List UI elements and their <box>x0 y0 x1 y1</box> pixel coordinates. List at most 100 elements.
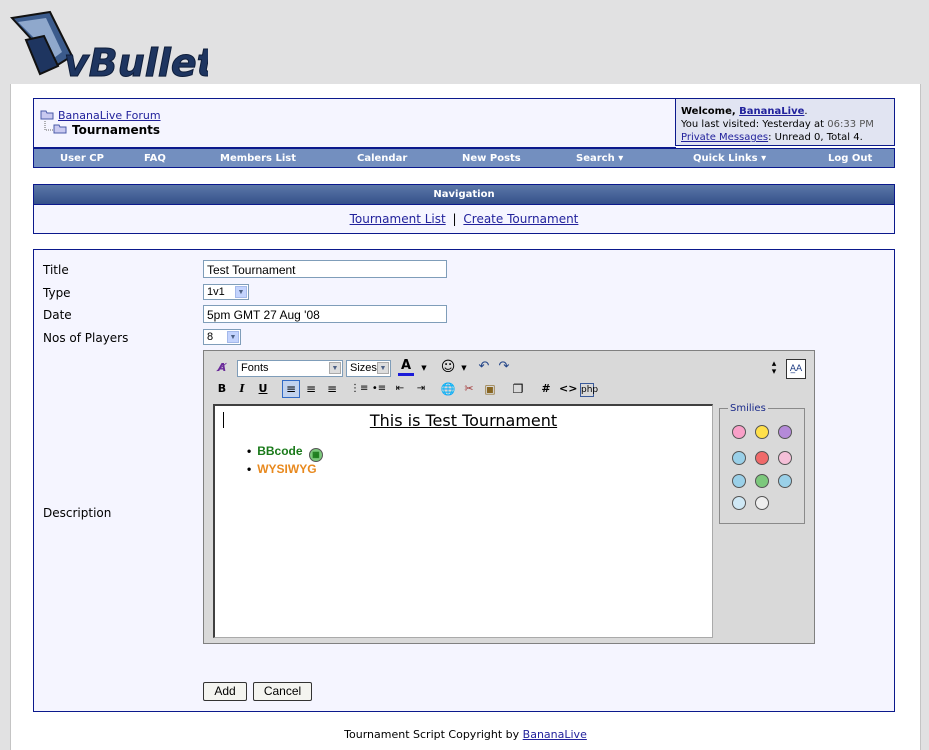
font-color-icon[interactable]: A <box>398 359 414 376</box>
cool-icon[interactable] <box>732 496 746 510</box>
smile-icon[interactable] <box>732 425 746 439</box>
bold-button[interactable]: B <box>214 381 230 397</box>
wysiwyg-text: WYSIWYG <box>257 462 317 476</box>
fonts-label: Fonts <box>241 362 269 374</box>
grin-icon[interactable] <box>755 474 769 488</box>
date-label: Date <box>43 308 72 322</box>
indent-icon[interactable]: ⇥ <box>413 381 429 397</box>
footer-text: Tournament Script Copyright by <box>344 728 523 741</box>
unordered-list-icon[interactable]: •≡ <box>371 381 387 397</box>
chevron-down-icon[interactable]: ▼ <box>416 360 432 376</box>
smilies-title: Smilies <box>728 403 768 414</box>
breadcrumb: BananaLive Forum Tournaments <box>33 98 676 148</box>
cancel-button[interactable]: Cancel <box>253 682 312 701</box>
eek-icon[interactable] <box>755 496 769 510</box>
bullet-dot: • <box>247 444 252 458</box>
footer-link[interactable]: BananaLive <box>523 728 587 741</box>
nav-bar: User CP FAQ Members List Calendar New Po… <box>33 148 895 168</box>
title-input[interactable]: Test Tournament <box>203 260 447 278</box>
tongue-icon[interactable] <box>778 451 792 465</box>
rolleyes-icon[interactable] <box>778 474 792 488</box>
nav-calendar[interactable]: Calendar <box>357 153 407 164</box>
tree-branch-icon <box>42 121 68 138</box>
switch-mode-icon[interactable]: A̲A <box>786 359 806 379</box>
resize-editor-icon[interactable]: ▴ ▾ <box>766 360 782 377</box>
players-select[interactable]: 8 ▼ <box>203 329 241 345</box>
insert-image-icon[interactable]: ▣ <box>482 381 498 397</box>
chevron-down-icon[interactable]: ▼ <box>456 360 472 376</box>
navigation-panel: Navigation Tournament List | Create Tour… <box>33 184 895 234</box>
redo-icon[interactable]: ↷ <box>496 359 512 375</box>
footer: Tournament Script Copyright by BananaLiv… <box>11 728 920 741</box>
bullet-dot: • <box>247 462 252 476</box>
align-center-icon[interactable]: ≡ <box>303 381 319 397</box>
confused-icon[interactable] <box>732 451 746 465</box>
breadcrumb-current: Tournaments <box>72 123 161 137</box>
unlink-icon[interactable]: ✂ <box>461 381 477 397</box>
insert-link-icon[interactable]: 🌐 <box>440 381 456 397</box>
navigation-title: Navigation <box>34 185 894 205</box>
welcome-prefix: Welcome, <box>681 106 740 117</box>
pm-info: : Unread 0, Total 4. <box>768 132 863 143</box>
quote-icon[interactable]: ❐ <box>510 381 526 397</box>
content-bullet-2: • WYSIWYG <box>247 462 317 476</box>
italic-button[interactable]: I <box>234 381 250 397</box>
nav-log-out[interactable]: Log Out <box>828 153 872 164</box>
sizes-label: Sizes <box>350 362 377 374</box>
smiley-menu-icon[interactable]: ☺ <box>440 359 456 375</box>
frown-icon[interactable] <box>778 425 792 439</box>
type-select[interactable]: 1v1 ▼ <box>203 284 249 300</box>
private-messages-link[interactable]: Private Messages <box>681 132 768 143</box>
type-label: Type <box>43 286 71 300</box>
smilies-panel: Smilies <box>719 403 805 524</box>
content-heading: This is Test Tournament <box>369 411 558 430</box>
code-icon[interactable]: <> <box>559 381 577 397</box>
remove-format-icon[interactable]: A̸ <box>214 360 230 376</box>
nav-separator: | <box>452 212 457 226</box>
outdent-icon[interactable]: ⇤ <box>392 381 408 397</box>
align-left-icon[interactable]: ≡ <box>282 380 300 398</box>
chevron-down-icon: ▼ <box>329 362 341 374</box>
tournament-list-link[interactable]: Tournament List <box>350 212 446 226</box>
chevron-down-icon: ▼ <box>235 286 247 298</box>
editor-content-area[interactable]: This is Test Tournament • BBcode ▦ • WYSIW… <box>213 404 713 638</box>
date-input[interactable]: 5pm GMT 27 Aug '08 <box>203 305 447 323</box>
last-visited-time: 06:33 PM <box>827 119 874 130</box>
players-value: 8 <box>207 331 214 343</box>
chevron-down-icon: ▼ <box>227 331 239 343</box>
add-button[interactable]: Add <box>203 682 247 701</box>
tournament-form: Title Test Tournament Type 1v1 ▼ Date 5p… <box>33 249 895 712</box>
nav-quick-links[interactable]: Quick Links ▾ <box>693 153 766 164</box>
navigation-links: Tournament List | Create Tournament <box>34 205 894 226</box>
logo-text: vBulletin <box>64 41 208 84</box>
vbulletin-logo: vBulletin <box>8 6 255 86</box>
nav-search[interactable]: Search ▾ <box>576 153 623 164</box>
create-tournament-link[interactable]: Create Tournament <box>463 212 578 226</box>
undo-icon[interactable]: ↶ <box>476 359 492 375</box>
sizes-select[interactable]: Sizes ▼ <box>346 360 391 377</box>
nav-faq[interactable]: FAQ <box>144 153 166 164</box>
ordered-list-icon[interactable]: ⋮≡ <box>350 381 368 397</box>
type-value: 1v1 <box>207 286 225 298</box>
welcome-suffix: . <box>804 106 808 117</box>
align-right-icon[interactable]: ≡ <box>324 381 340 397</box>
nav-user-cp[interactable]: User CP <box>60 153 104 164</box>
underline-button[interactable]: U <box>255 381 271 397</box>
fonts-select[interactable]: Fonts ▼ <box>237 360 343 377</box>
smile-icon[interactable] <box>755 425 769 439</box>
last-visited: You last visited: Yesterday at <box>681 119 828 130</box>
nav-new-posts[interactable]: New Posts <box>462 153 521 164</box>
mad-icon[interactable] <box>755 451 769 465</box>
wink-icon[interactable] <box>732 474 746 488</box>
page-container: BananaLive Forum Tournaments Welcome, Ba… <box>10 84 921 750</box>
welcome-panel: Welcome, BananaLive. You last visited: Y… <box>675 98 895 146</box>
title-label: Title <box>43 263 69 277</box>
description-label: Description <box>43 506 112 520</box>
breadcrumb-forum-link[interactable]: BananaLive Forum <box>58 109 161 122</box>
wysiwyg-editor: A̸ Fonts ▼ Sizes ▼ A ▼ ☺ ▼ ↶ ↷ ▴ ▾ A̲A B … <box>203 350 815 644</box>
user-link[interactable]: BananaLive <box>739 106 804 117</box>
bbcode-text: BBcode <box>257 444 303 458</box>
nav-members-list[interactable]: Members List <box>220 153 296 164</box>
php-icon[interactable]: php <box>580 383 598 397</box>
hash-icon[interactable]: # <box>538 381 554 397</box>
